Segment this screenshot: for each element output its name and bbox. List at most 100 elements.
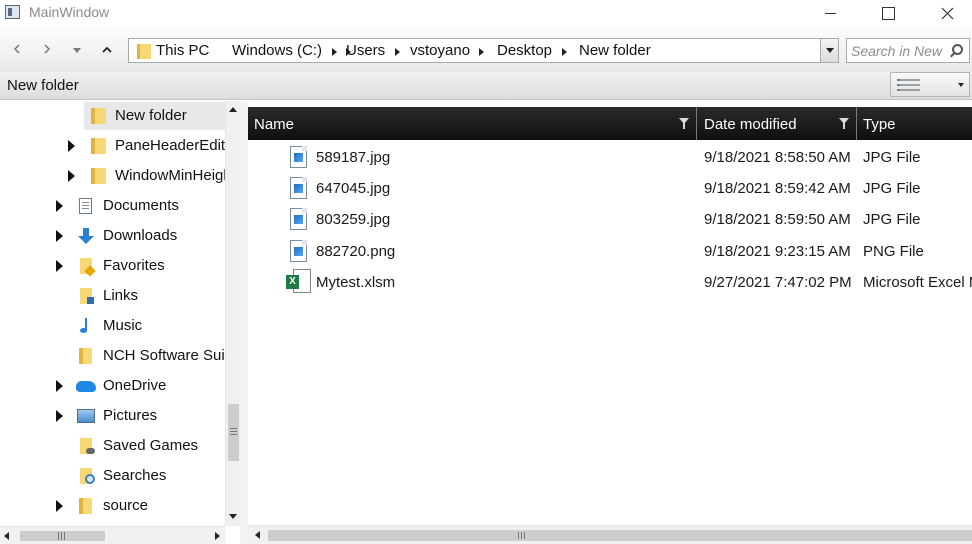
file-type: Microsoft Excel Macro-Enabled Worksheet — [863, 274, 972, 291]
search-icon[interactable] — [952, 44, 963, 55]
links-icon — [80, 288, 94, 304]
scrollbar-thumb[interactable] — [20, 531, 105, 541]
tree-item-label: Downloads — [103, 227, 178, 244]
expand-arrow-icon[interactable] — [56, 500, 63, 512]
tree-item-favorites[interactable]: Favorites — [0, 252, 225, 280]
expand-arrow-icon[interactable] — [56, 380, 63, 392]
address-history-dropdown[interactable] — [820, 39, 838, 62]
navigation-bar: This PC Windows (C:) Users vstoyano Desk… — [0, 26, 972, 72]
details-view-icon — [897, 79, 920, 91]
scrollbar-thumb[interactable] — [268, 530, 972, 541]
tree-item-windowminheight[interactable]: WindowMinHeight — [0, 162, 225, 190]
file-type: JPG File — [863, 180, 921, 197]
table-row[interactable]: 882720.png 9/18/2021 9:23:15 AM PNG File — [248, 236, 972, 267]
title-bar: MainWindow — [0, 0, 972, 26]
breadcrumb-separator-icon[interactable] — [332, 48, 337, 56]
tree-item-label: NCH Software Suite — [103, 347, 225, 364]
column-header-name[interactable]: Name — [248, 107, 697, 140]
breadcrumb-windows-c[interactable]: Windows (C:) — [232, 42, 322, 59]
tree-item-nch-software-suite[interactable]: NCH Software Suite — [0, 342, 225, 370]
tree-item-pictures[interactable]: Pictures — [0, 402, 225, 430]
column-header-date-modified[interactable]: Date modified — [698, 107, 857, 140]
arrow-right-icon — [44, 44, 51, 54]
file-list-horizontal-scrollbar[interactable] — [248, 525, 972, 544]
tree-item-links[interactable]: Links — [0, 282, 225, 310]
minimize-button[interactable] — [807, 0, 853, 26]
column-header-label: Type — [863, 116, 896, 133]
file-date-modified: 9/18/2021 8:59:50 AM — [704, 211, 851, 228]
expand-arrow-icon[interactable] — [56, 230, 63, 242]
forward-button[interactable] — [36, 40, 58, 62]
view-mode-button[interactable] — [890, 72, 970, 97]
downloads-icon — [78, 228, 94, 244]
pane-header: New folder — [0, 72, 972, 100]
tree-item-label: Documents — [103, 197, 179, 214]
file-type: PNG File — [863, 243, 924, 260]
saved-games-icon — [80, 438, 95, 454]
address-bar[interactable]: This PC Windows (C:) Users vstoyano Desk… — [128, 38, 839, 63]
tree-item-downloads[interactable]: Downloads — [0, 222, 225, 250]
image-file-icon — [290, 240, 307, 262]
search-box[interactable] — [846, 38, 970, 63]
expand-arrow-icon[interactable] — [56, 260, 63, 272]
tree-item-paneheadereditor[interactable]: PaneHeaderEditor — [0, 132, 225, 160]
tree-item-label: Links — [103, 287, 139, 304]
tree-vertical-scrollbar[interactable] — [225, 101, 240, 526]
arrow-up-icon — [102, 46, 112, 53]
tree-item-label: New folder — [115, 107, 187, 124]
tree-item-music[interactable]: Music — [0, 312, 225, 340]
breadcrumb-users[interactable]: Users — [346, 42, 385, 59]
image-file-icon — [290, 208, 307, 230]
tree-item-searches[interactable]: Searches — [0, 462, 225, 490]
expand-arrow-icon[interactable] — [68, 170, 75, 182]
filter-icon[interactable] — [839, 118, 850, 129]
folder-icon — [79, 348, 92, 364]
folder-icon — [91, 108, 106, 124]
expand-arrow-icon[interactable] — [68, 140, 75, 152]
excel-file-icon — [286, 269, 311, 293]
tree-item-saved-games[interactable]: Saved Games — [0, 432, 225, 460]
tree-item-documents[interactable]: Documents — [0, 192, 225, 220]
table-row[interactable]: 589187.jpg 9/18/2021 8:58:50 AM JPG File — [248, 142, 972, 173]
breadcrumb-new-folder[interactable]: New folder — [579, 42, 651, 59]
breadcrumb-separator-icon[interactable] — [395, 48, 400, 56]
tree-item-source[interactable]: source — [0, 492, 225, 520]
folder-icon — [91, 168, 106, 184]
expand-arrow-icon[interactable] — [56, 200, 63, 212]
file-name: Mytest.xlsm — [316, 274, 396, 291]
scroll-left-arrow-icon[interactable] — [4, 532, 9, 540]
scroll-up-arrow-icon[interactable] — [229, 107, 237, 112]
search-input[interactable] — [851, 42, 945, 60]
maximize-button[interactable] — [865, 0, 911, 26]
pane-splitter[interactable] — [240, 101, 248, 544]
breadcrumb-separator-icon[interactable] — [479, 48, 484, 56]
breadcrumb-separator-icon[interactable] — [562, 48, 567, 56]
breadcrumb-vstoyano[interactable]: vstoyano — [410, 42, 470, 59]
tree-horizontal-scrollbar[interactable] — [0, 526, 225, 544]
file-name: 647045.jpg — [316, 180, 391, 197]
table-row[interactable]: 803259.jpg 9/18/2021 8:59:50 AM JPG File — [248, 204, 972, 235]
arrow-left-icon — [13, 44, 20, 54]
folder-tree: New folder PaneHeaderEditor WindowMinHei… — [0, 101, 225, 526]
breadcrumb-this-pc[interactable]: This PC — [156, 42, 209, 59]
back-button[interactable] — [6, 40, 28, 62]
close-button[interactable] — [924, 0, 970, 26]
scroll-right-arrow-icon[interactable] — [215, 532, 220, 540]
filter-icon[interactable] — [679, 118, 690, 129]
expand-arrow-icon[interactable] — [56, 410, 63, 422]
table-row[interactable]: 647045.jpg 9/18/2021 8:59:42 AM JPG File — [248, 173, 972, 204]
file-name: 882720.png — [316, 243, 396, 260]
up-button[interactable] — [96, 40, 118, 62]
scroll-down-arrow-icon[interactable] — [229, 514, 237, 519]
chevron-down-icon — [958, 83, 964, 87]
tree-item-onedrive[interactable]: OneDrive — [0, 372, 225, 400]
tree-item-new-folder[interactable]: New folder — [84, 102, 225, 130]
breadcrumb-desktop[interactable]: Desktop — [497, 42, 552, 59]
chevron-down-icon — [73, 48, 81, 53]
recent-locations-button[interactable] — [66, 40, 88, 62]
scroll-left-arrow-icon[interactable] — [255, 531, 260, 539]
column-header-type[interactable]: Type — [858, 107, 972, 140]
tree-item-label: Favorites — [103, 257, 165, 274]
table-row[interactable]: Mytest.xlsm 9/27/2021 7:47:02 PM Microso… — [248, 267, 972, 298]
scrollbar-thumb[interactable] — [228, 404, 239, 461]
